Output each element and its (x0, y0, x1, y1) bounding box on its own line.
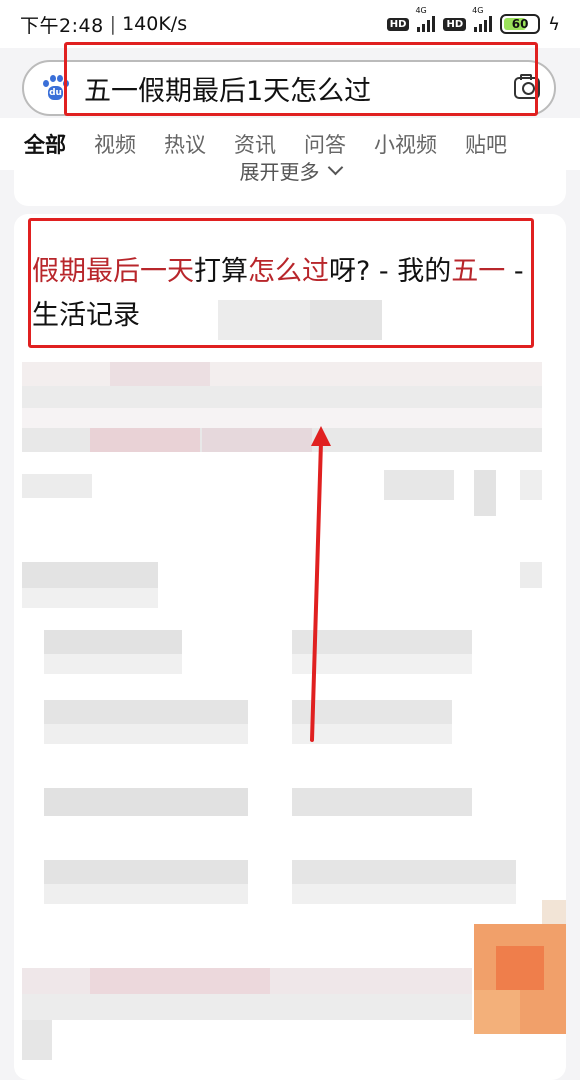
arrow-shaft (310, 440, 323, 742)
arrow-head (311, 426, 331, 446)
annotation-arrow (310, 426, 331, 742)
